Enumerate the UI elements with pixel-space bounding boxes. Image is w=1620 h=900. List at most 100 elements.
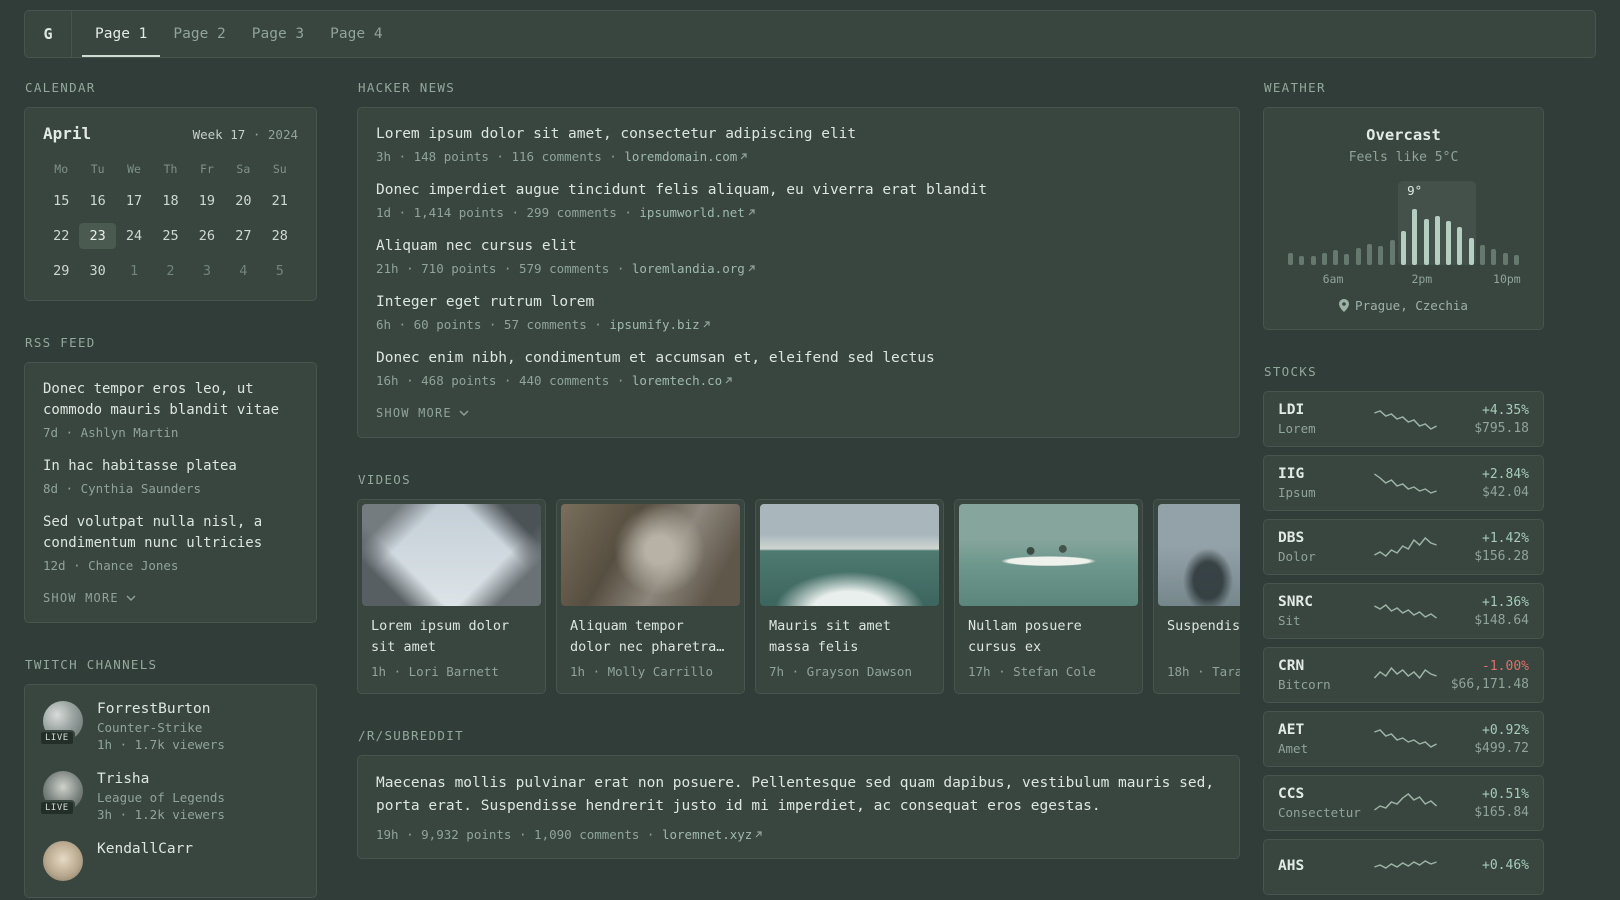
hackernews-card: Lorem ipsum dolor sit amet, consectetur … [357,107,1240,439]
video-title: Aliquam tempor dolor nec pharetra… [570,618,725,655]
calendar-dow: We [127,162,141,176]
video-card[interactable]: Mauris sit amet massa felis 7h · Grayson… [755,499,944,695]
twitch-channel-info: ForrestBurton Counter-Strike 1h · 1.7k v… [97,701,225,752]
videos-widget: VIDEOS Lorem ipsum dolor sit amet consec… [357,472,1240,695]
hackernews-widget: HACKER NEWS Lorem ipsum dolor sit amet, … [357,80,1240,439]
video-card[interactable]: Nullam posuere cursus ex 17h · Stefan Co… [954,499,1143,695]
hackernews-item-stats: 3h · 148 points · 116 comments · [376,149,617,165]
stock-symbol: AHS [1278,857,1305,874]
weather-bar [1412,209,1418,265]
hackernews-item-stats: 1d · 1,414 points · 299 comments · [376,205,632,221]
calendar-dow: Sa [236,162,251,176]
calendar-day: 24 [125,228,143,244]
stock-price: $66,171.48 [1450,676,1529,692]
twitch-channel[interactable]: KendallCarr [43,841,298,881]
rss-item[interactable]: In hac habitasse platea 8d · Cynthia Sau… [43,456,298,496]
hackernews-item-stats: 21h · 710 points · 579 comments · [376,261,625,277]
subreddit-post-stats: 19h · 9,932 points · 1,090 comments · [376,827,655,843]
calendar-day: 3 [202,263,211,279]
subreddit-post-meta: 19h · 9,932 points · 1,090 comments · lo… [376,827,1221,842]
chevron-down-icon [459,410,469,417]
twitch-channel-meta: 1h · 1.7k viewers [97,737,225,752]
stock-price: $156.28 [1474,548,1529,564]
stocks-widget: STOCKS LDI Lorem +4.35% $795.18 IIG Ipsum +… [1263,364,1544,895]
hackernews-item[interactable]: Integer eget rutrum lorem 6h · 60 points… [376,292,1221,332]
videos-section-title: VIDEOS [358,472,411,488]
hackernews-section-title: HACKER NEWS [358,80,456,95]
rss-item-meta: 12d · Chance Jones [43,558,179,573]
weather-location-label: Prague, Czechia [1355,298,1468,313]
subreddit-post[interactable]: Maecenas mollis pulvinar erat non posuer… [376,772,1221,842]
weather-bar [1491,249,1497,265]
stock-symbol: IIG [1278,466,1305,482]
calendar-week-label: Week 17 [192,127,246,142]
hackernews-item[interactable]: Donec enim nibh, condimentum et accumsan… [376,348,1221,388]
stock-name: Bitcorn [1278,677,1331,692]
hackernews-item-title[interactable]: Donec enim nibh, condimentum et accumsan… [376,348,1221,369]
calendar-day: 20 [235,193,252,209]
hackernews-item-domain-link[interactable]: loremlandia.org [632,261,745,276]
stock-symbol: LDI [1278,402,1305,418]
weather-bar [1344,254,1350,265]
video-card[interactable]: Aliquam tempor dolor nec pharetra… 1h · … [556,499,745,695]
stock-name: Consectetur [1278,805,1361,820]
hackernews-item[interactable]: Lorem ipsum dolor sit amet, consectetur … [376,124,1221,164]
rss-item-title[interactable]: Donec tempor eros leo, ut commodo mauris… [43,379,298,421]
video-title: Lorem ipsum dolor sit amet consectetu… [371,618,510,655]
tab-page-3[interactable]: Page 3 [239,11,317,57]
video-meta: 1h · Lori Barnett [371,664,499,680]
hackernews-item[interactable]: Aliquam nec cursus elit 21h · 710 points… [376,236,1221,276]
tab-page-4[interactable]: Page 4 [317,11,395,57]
rss-item[interactable]: Donec tempor eros leo, ut commodo mauris… [43,379,298,440]
calendar-day: 21 [271,193,288,209]
stock-row: AET Amet +0.92% $499.72 [1263,711,1544,767]
rss-show-more-button[interactable]: SHOW MORE [43,591,136,605]
twitch-channel[interactable]: LIVE ForrestBurton Counter-Strike 1h · 1… [39,701,298,752]
stock-row: DBS Dolor +1.42% $156.28 [1263,519,1544,575]
hackernews-item-domain-link[interactable]: ipsumify.biz [609,317,699,332]
hackernews-item-domain-link[interactable]: loremtech.co [632,373,722,388]
hackernews-item-domain-link[interactable]: loremdomain.com [624,149,737,164]
stock-change: +1.42% [1482,530,1529,546]
rss-item-title[interactable]: In hac habitasse platea [43,456,298,477]
video-thumbnail [760,504,939,607]
weather-widget: WEATHER Overcast Feels like 5°C 9° 6am 2… [1263,80,1544,330]
subreddit-section-title: /R/SUBREDDIT [358,728,464,744]
hackernews-item-title[interactable]: Aliquam nec cursus elit [376,236,1221,257]
calendar-day: 17 [125,193,143,209]
video-title: Mauris sit amet massa felis [769,618,891,655]
hackernews-item[interactable]: Donec imperdiet augue tincidunt felis al… [376,180,1221,220]
tab-page-2[interactable]: Page 2 [160,11,238,57]
page-tabs: Page 1 Page 2 Page 3 Page 4 [82,11,396,57]
hackernews-item-meta: 16h · 468 points · 440 comments · loremt… [376,373,1221,388]
hackernews-show-more-button[interactable]: SHOW MORE [376,406,469,420]
stock-name: Amet [1278,741,1309,756]
video-card[interactable]: Lorem ipsum dolor sit amet consectetu… 1… [357,499,546,695]
calendar-day: 18 [162,193,179,209]
rss-item[interactable]: Sed volutpat nulla nisl, a condimentum n… [43,512,298,573]
rss-item-title[interactable]: Sed volutpat nulla nisl, a condimentum n… [43,512,298,554]
video-thumbnail [561,504,740,607]
twitch-channel[interactable]: LIVE Trisha League of Legends 3h · 1.2k … [39,771,298,822]
show-more-label: SHOW MORE [376,406,452,421]
subreddit-post-text[interactable]: Maecenas mollis pulvinar erat non posuer… [376,772,1221,818]
video-card[interactable]: Suspendisse diam 18h · Tara [1153,499,1240,695]
hackernews-item-title[interactable]: Integer eget rutrum lorem [376,292,1221,313]
weather-bar [1321,253,1327,265]
hackernews-item-title[interactable]: Donec imperdiet augue tincidunt felis al… [376,180,1221,201]
stock-sparkline [1373,473,1437,494]
weather-bar [1446,221,1452,265]
stock-change: +1.36% [1482,594,1529,610]
twitch-channel-game: Counter-Strike [97,720,203,735]
stock-change: +0.51% [1482,786,1529,802]
hackernews-item-domain-link[interactable]: ipsumworld.net [639,205,744,220]
stock-row: CCS Consectetur +0.51% $165.84 [1263,775,1544,831]
calendar-day: 2 [166,263,175,279]
calendar-day: 22 [53,228,70,244]
subreddit-post-domain-link[interactable]: loremnet.xyz [662,827,752,842]
stock-price: $165.84 [1474,804,1529,820]
hackernews-item-meta: 1d · 1,414 points · 299 comments · ipsum… [376,205,1221,220]
tab-page-1[interactable]: Page 1 [82,11,161,57]
stock-sparkline [1374,860,1437,869]
hackernews-item-title[interactable]: Lorem ipsum dolor sit amet, consectetur … [376,124,1221,145]
